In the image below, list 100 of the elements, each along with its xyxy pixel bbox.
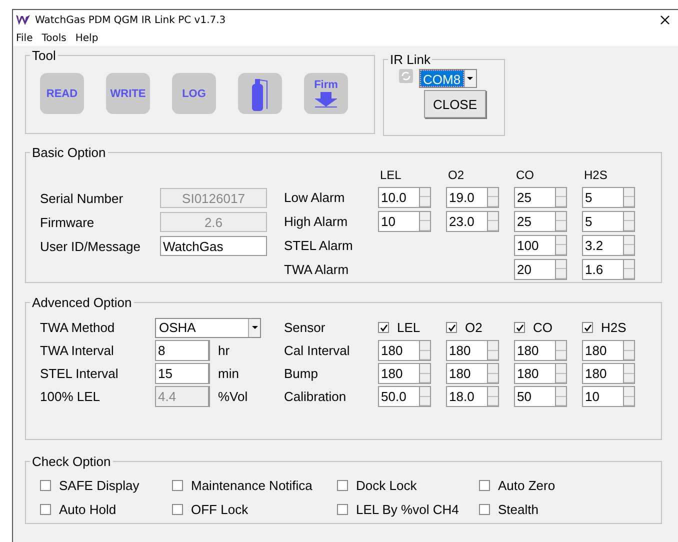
number-field[interactable]: 180 xyxy=(446,340,487,361)
spinner-control[interactable] xyxy=(623,210,635,232)
text-field[interactable]: WatchGas xyxy=(160,236,267,256)
caret-icon xyxy=(467,76,474,80)
close-icon[interactable] xyxy=(660,15,670,25)
option-checkbox[interactable]: SAFE Display xyxy=(40,478,172,492)
option-checkbox[interactable]: Dock Lock xyxy=(337,478,479,492)
spinner-control[interactable] xyxy=(555,363,567,384)
number-field[interactable]: 1.6 xyxy=(582,258,623,280)
checkmark-icon xyxy=(448,324,456,332)
spinner-control[interactable] xyxy=(555,386,567,407)
checkmark-icon xyxy=(584,324,592,332)
spinner-control[interactable] xyxy=(487,386,499,407)
spinner-control[interactable] xyxy=(419,186,431,208)
sensor-checkbox[interactable]: LEL xyxy=(378,320,446,335)
number-field[interactable]: 18.0 xyxy=(446,386,487,407)
alarm-label: STEL Alarm xyxy=(284,238,354,252)
group-title: Advenced Option xyxy=(31,295,133,310)
alarm-label: High Alarm xyxy=(284,214,349,228)
field-label: Serial Number xyxy=(40,190,124,206)
spinner-control[interactable] xyxy=(555,340,567,361)
close-port-button[interactable]: CLOSE xyxy=(424,90,486,118)
option-checkbox[interactable]: Maintenance Notifica xyxy=(172,478,337,492)
field-label: User ID/Message xyxy=(40,238,142,254)
row-label: Cal Interval xyxy=(284,343,351,358)
gas-column-header: CO xyxy=(515,167,535,184)
spinner-control[interactable] xyxy=(487,340,499,361)
number-field[interactable]: 180 xyxy=(582,340,623,361)
sensor-checkbox[interactable]: H2S xyxy=(582,320,650,335)
row-label: Bump xyxy=(284,366,319,381)
option-checkbox[interactable]: Auto Zero xyxy=(479,478,609,492)
down-arrow-icon xyxy=(315,92,337,108)
number-field[interactable]: 20 xyxy=(514,258,555,280)
spinner-control[interactable] xyxy=(623,363,635,384)
spinner-control[interactable] xyxy=(623,386,635,407)
menu-item[interactable]: File xyxy=(16,32,33,44)
number-field[interactable]: 8 xyxy=(155,340,208,361)
spinner-control[interactable] xyxy=(419,363,431,384)
number-field[interactable]: 180 xyxy=(378,340,419,361)
spinner-control[interactable] xyxy=(419,210,431,232)
spinner-control[interactable] xyxy=(623,234,635,256)
row-label: Sensor xyxy=(284,320,326,335)
number-field[interactable]: 180 xyxy=(582,363,623,384)
gas-cylinder-button[interactable] xyxy=(238,73,282,114)
port-dropdown[interactable]: COM8 xyxy=(419,69,477,88)
spinner-control[interactable] xyxy=(623,340,635,361)
number-field[interactable]: 50 xyxy=(514,386,555,407)
group-title: IR Link xyxy=(389,52,432,67)
spinner-control[interactable] xyxy=(623,258,635,280)
number-field[interactable]: 50.0 xyxy=(378,386,419,407)
spinner-control[interactable] xyxy=(623,186,635,208)
logo-icon xyxy=(16,15,30,25)
number-field[interactable]: 5 xyxy=(582,186,623,208)
spinner-control[interactable] xyxy=(419,340,431,361)
unit-label: %Vol xyxy=(217,389,249,404)
field-label: STEL Interval xyxy=(40,366,120,381)
gas-column-header: LEL xyxy=(379,167,402,184)
checkmark-icon xyxy=(516,324,524,332)
group-title: Tool xyxy=(31,48,57,63)
method-dropdown[interactable]: OSHA xyxy=(155,318,261,338)
option-checkbox[interactable]: Stealth xyxy=(479,502,609,516)
number-field[interactable]: 180 xyxy=(378,363,419,384)
spinner-control[interactable] xyxy=(487,186,499,208)
sensor-checkbox[interactable]: O2 xyxy=(446,320,514,335)
number-field[interactable]: 23.0 xyxy=(446,210,487,232)
field-label: 100% LEL xyxy=(40,389,101,404)
option-checkbox[interactable]: Auto Hold xyxy=(40,502,172,516)
number-field[interactable]: 180 xyxy=(514,363,555,384)
spinner-control[interactable] xyxy=(487,363,499,384)
number-field[interactable]: 10.0 xyxy=(378,186,419,208)
number-field[interactable]: 10 xyxy=(582,386,623,407)
number-field[interactable]: 25 xyxy=(514,210,555,232)
refresh-icon[interactable] xyxy=(399,69,413,83)
gas-column-header: O2 xyxy=(447,167,466,184)
number-field[interactable]: 19.0 xyxy=(446,186,487,208)
spinner-control[interactable] xyxy=(555,186,567,208)
group-title: Basic Option xyxy=(31,145,107,160)
number-field[interactable]: 25 xyxy=(514,186,555,208)
field-label: Firmware xyxy=(40,214,96,230)
spinner-control[interactable] xyxy=(555,258,567,280)
field-label: TWA Method xyxy=(40,320,116,335)
number-field[interactable]: 15 xyxy=(155,363,208,384)
spinner-control[interactable] xyxy=(487,210,499,232)
number-field[interactable]: 5 xyxy=(582,210,623,232)
number-field[interactable]: 10 xyxy=(378,210,419,232)
option-checkbox[interactable]: LEL By %vol CH4 xyxy=(337,502,479,516)
menu-item[interactable]: Help xyxy=(75,32,98,44)
option-checkbox[interactable]: OFF Lock xyxy=(172,502,337,516)
number-field[interactable]: 3.2 xyxy=(582,234,623,256)
unit-label: min xyxy=(217,366,240,381)
spinner-control[interactable] xyxy=(419,386,431,407)
spinner-control[interactable] xyxy=(555,210,567,232)
gas-column-header: H2S xyxy=(583,167,608,184)
spinner-control[interactable] xyxy=(555,234,567,256)
number-field[interactable]: 180 xyxy=(446,363,487,384)
row-label: Calibration xyxy=(284,389,348,404)
menu-item[interactable]: Tools xyxy=(42,32,66,44)
sensor-checkbox[interactable]: CO xyxy=(514,320,582,335)
number-field[interactable]: 100 xyxy=(514,234,555,256)
number-field[interactable]: 180 xyxy=(514,340,555,361)
